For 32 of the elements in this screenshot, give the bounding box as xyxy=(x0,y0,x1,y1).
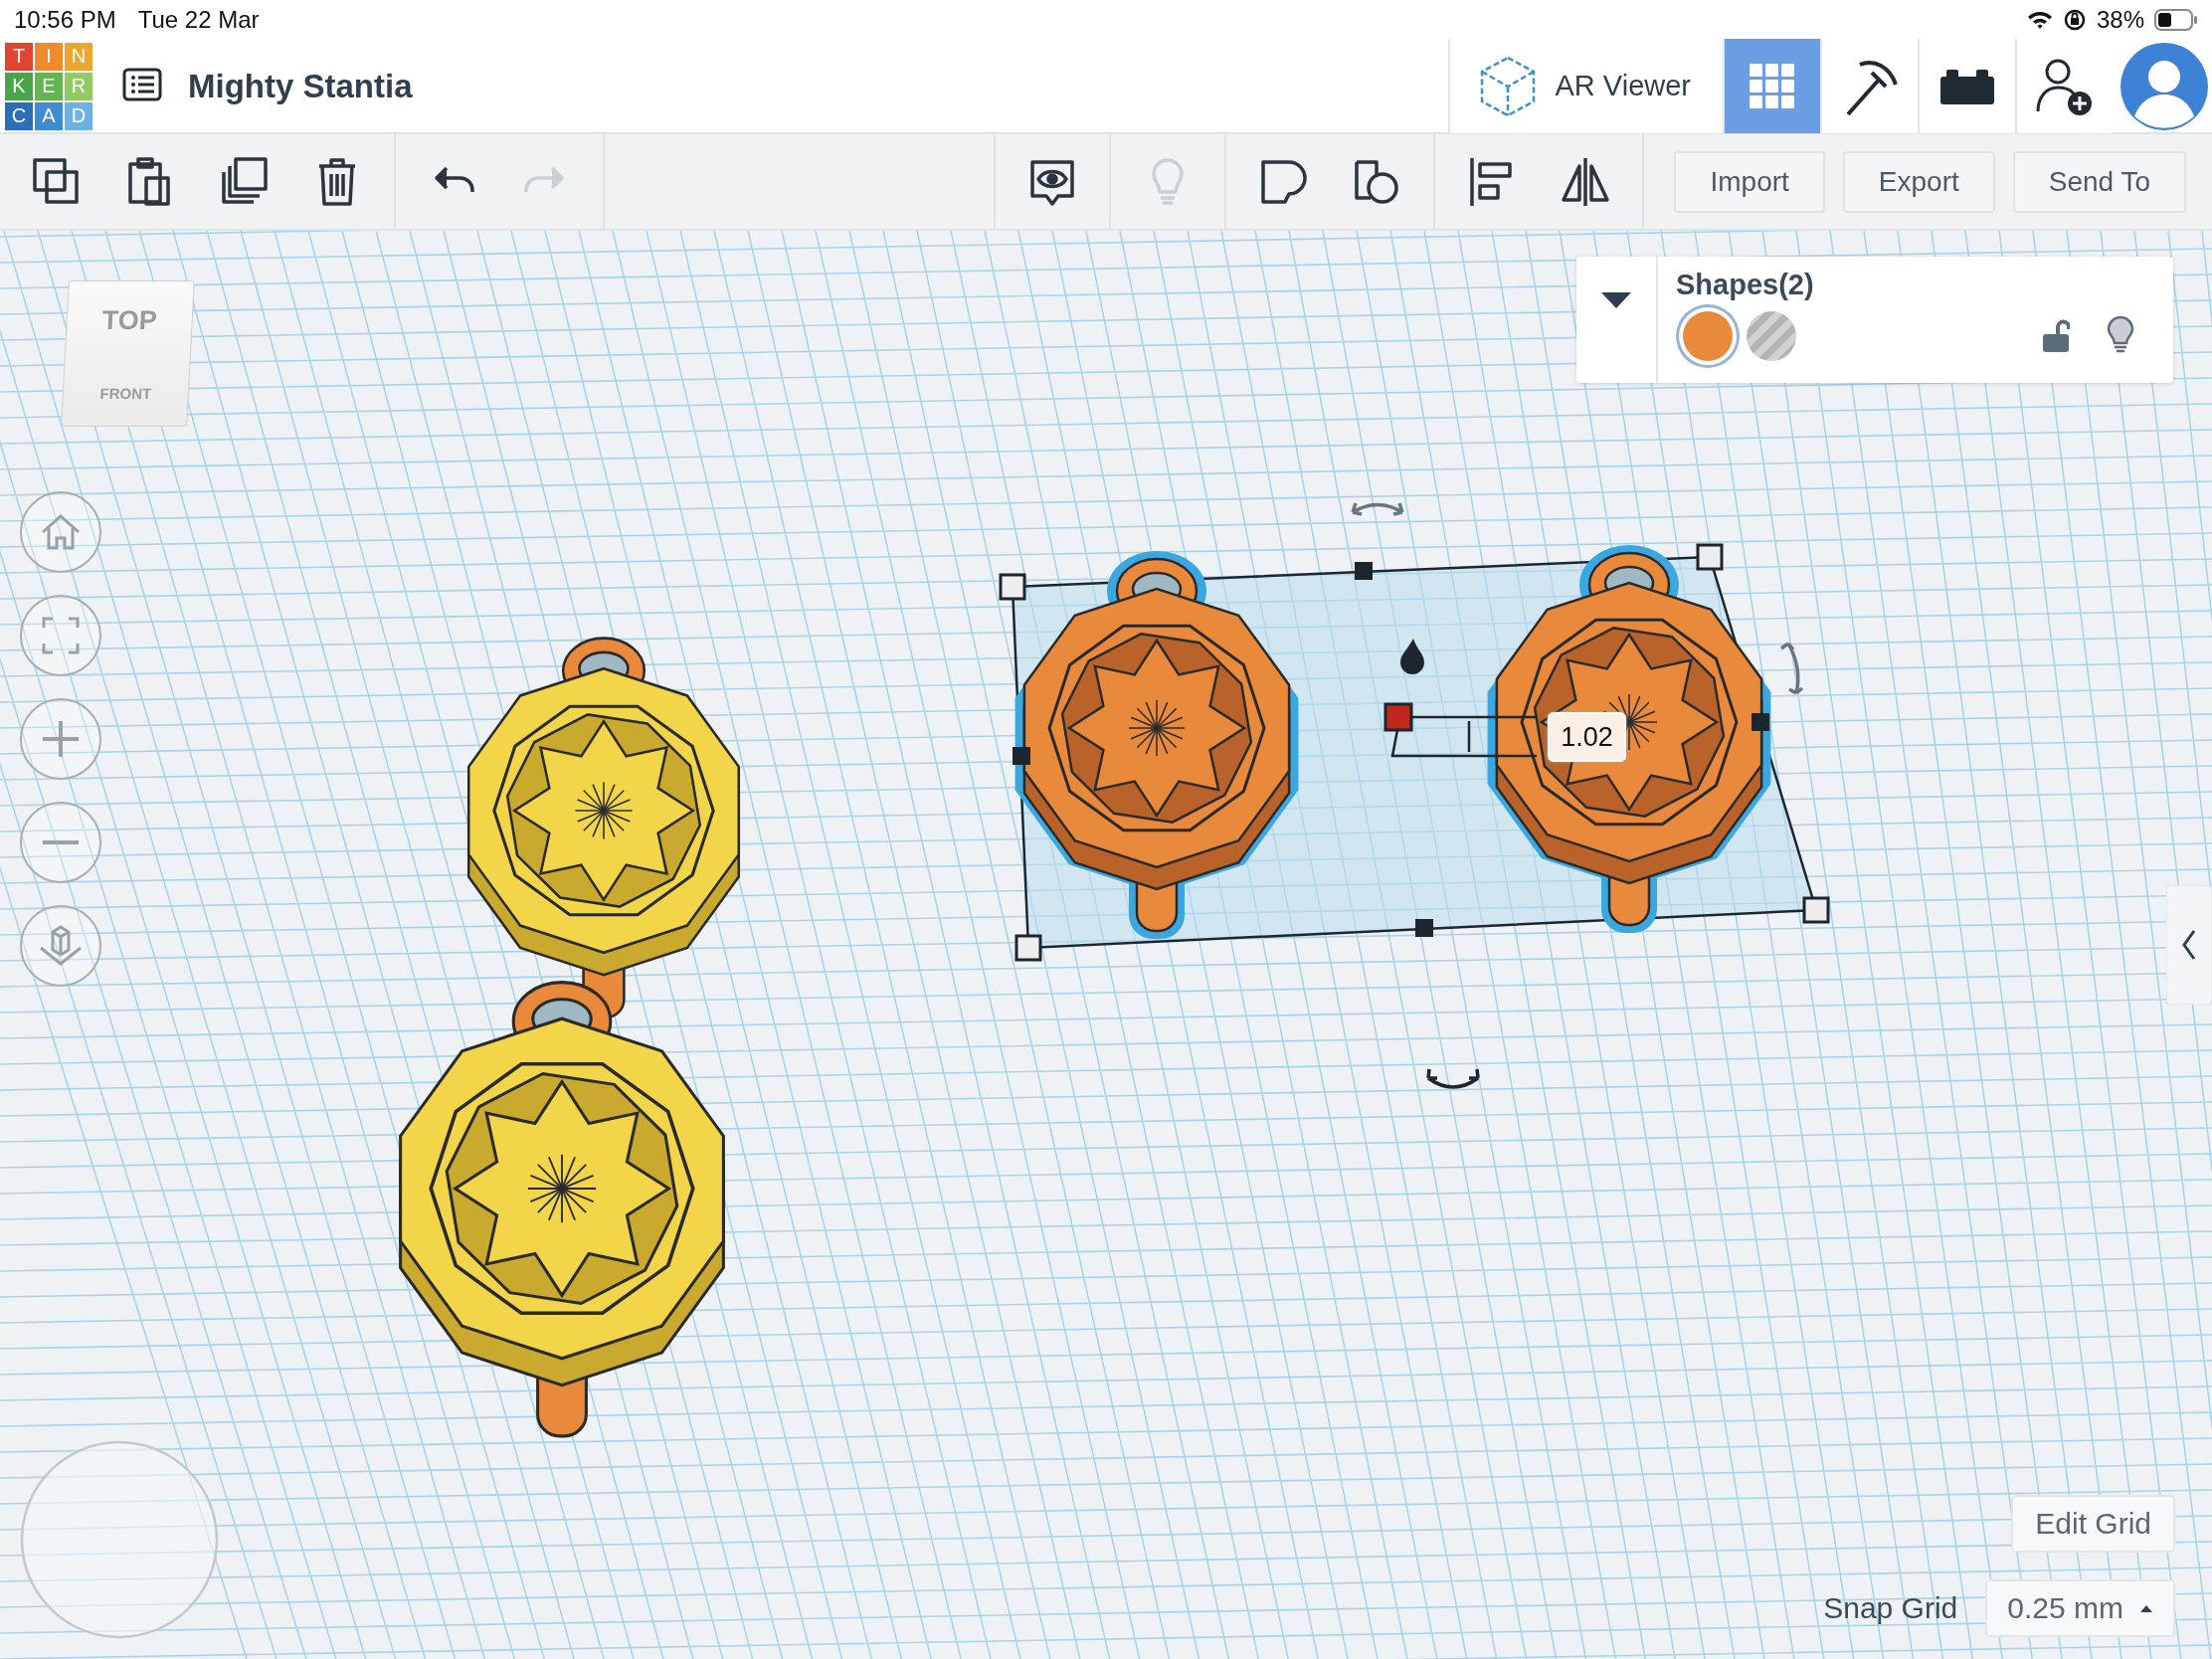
minus-icon xyxy=(41,837,81,847)
bricks-view-tab[interactable] xyxy=(1918,39,2015,133)
battery-icon xyxy=(2154,9,2198,31)
collapse-caret-icon[interactable] xyxy=(1599,290,1633,310)
snap-grid-label: Snap Grid xyxy=(1823,1591,1958,1625)
side-panel-toggle[interactable] xyxy=(2166,885,2212,1005)
caret-icon xyxy=(2139,1603,2153,1613)
fit-view-icon xyxy=(41,616,81,655)
ar-viewer-button[interactable]: AR Viewer xyxy=(1447,39,1723,133)
pickaxe-view-tab[interactable] xyxy=(1820,39,1918,133)
design-title[interactable]: Mighty Stantia xyxy=(188,67,413,105)
snap-grid-dropdown[interactable]: 0.25 mm xyxy=(1985,1579,2175,1637)
battery-percent: 38% xyxy=(2096,6,2144,34)
tinkercad-logo[interactable]: T I N K E R C A D xyxy=(5,42,92,130)
toolbar-button[interactable]: Import xyxy=(1674,150,1825,213)
rotate-arrow-icon[interactable] xyxy=(1426,1067,1480,1089)
height-handle[interactable] xyxy=(1383,702,1413,732)
dimension-value[interactable]: 1.02 xyxy=(1548,712,1626,762)
toolbar-button[interactable]: Send To xyxy=(2012,150,2186,213)
user-avatar[interactable] xyxy=(2119,40,2210,132)
panel-title: Shapes(2) xyxy=(1676,269,1815,301)
status-date: Tue 22 Mar xyxy=(137,6,260,34)
plus-icon xyxy=(41,719,81,759)
status-time: 10:56 PM xyxy=(14,6,116,34)
toolbar-button[interactable]: Export xyxy=(1842,150,1995,213)
edit-grid-button[interactable]: Edit Grid xyxy=(2011,1495,2175,1553)
selected-models-drawing[interactable] xyxy=(999,543,1830,962)
lift-handle-icon[interactable] xyxy=(1400,639,1424,674)
wifi-icon xyxy=(2026,10,2053,30)
lock-icon[interactable] xyxy=(2042,318,2070,354)
hole-swatch[interactable] xyxy=(1747,311,1796,361)
rotation-lock-icon xyxy=(2062,8,2087,32)
